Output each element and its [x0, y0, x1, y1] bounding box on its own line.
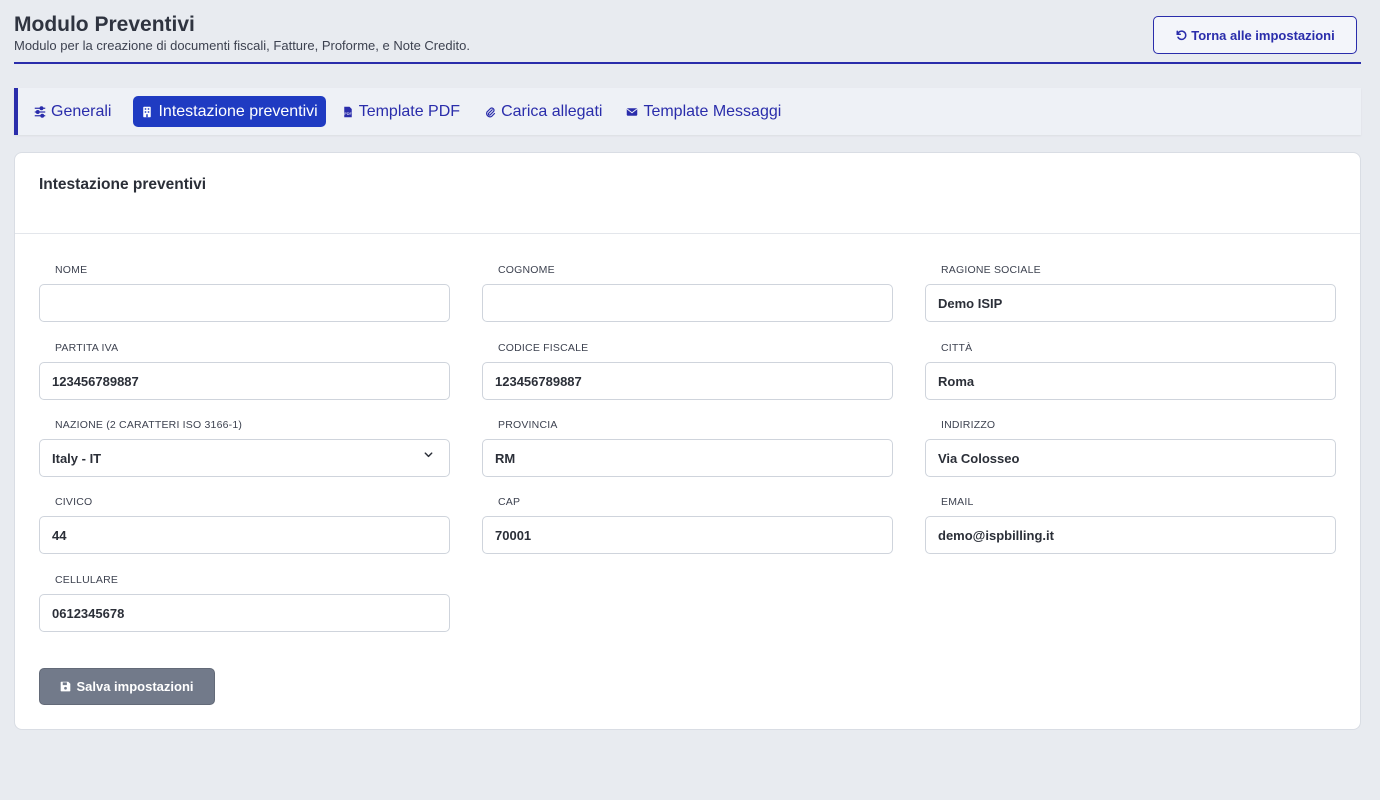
tab-label: Intestazione preventivi [158, 102, 318, 120]
nazione-field: Nazione (2 caratteri ISO 3166-1) Italy -… [39, 417, 450, 477]
provincia-label: Provincia [498, 419, 558, 431]
cap-field: CAP 70001 [482, 494, 893, 554]
nazione-select[interactable]: Italy - IT [39, 439, 450, 477]
codice-fiscale-input[interactable]: 123456789887 [482, 362, 893, 400]
tab-label: Generali [51, 102, 112, 120]
cognome-label: Cognome [498, 264, 555, 276]
sliders-icon [34, 105, 46, 118]
save-settings-label: Salva impostazioni [76, 679, 194, 694]
tab-label: Carica allegati [501, 102, 603, 120]
cellulare-field: Cellulare 0612345678 [39, 572, 450, 632]
chevron-down-icon [424, 452, 433, 458]
save-settings-button[interactable]: Salva impostazioni [39, 668, 215, 705]
tab-label: Template PDF [358, 102, 461, 120]
tab-template-messaggi[interactable]: Template Messaggi [624, 96, 789, 127]
ragione-sociale-label: Ragione sociale [941, 264, 1041, 276]
ragione-sociale-input[interactable]: Demo ISIP [925, 284, 1336, 322]
undo-icon [1176, 30, 1187, 41]
codice-fiscale-field: Codice fiscale 123456789887 [482, 340, 893, 400]
tab-carica-allegati[interactable]: Carica allegati [482, 96, 610, 127]
partita-iva-label: Partita IVA [55, 342, 119, 354]
cognome-field: Cognome [482, 262, 893, 322]
ragione-sociale-field: Ragione sociale Demo ISIP [925, 262, 1336, 322]
tab-label: Template Messaggi [643, 102, 782, 120]
page-header: Modulo Preventivi Modulo per la creazion… [14, 12, 1361, 64]
email-input[interactable]: demo@ispbilling.it [925, 516, 1336, 554]
envelope-icon [627, 107, 638, 116]
civico-input[interactable]: 44 [39, 516, 450, 554]
nome-input[interactable] [39, 284, 450, 322]
back-to-settings-label: Torna alle impostazioni [1191, 27, 1335, 43]
settings-card: Intestazione preventivi Nome Cognome Rag… [14, 152, 1361, 730]
nome-field: Nome [39, 262, 450, 322]
pdf-file-icon: PDF [343, 106, 352, 117]
provincia-field: Provincia RM [482, 417, 893, 477]
cap-input[interactable]: 70001 [482, 516, 893, 554]
partita-iva-field: Partita IVA 123456789887 [39, 340, 450, 400]
cellulare-label: Cellulare [55, 574, 119, 586]
card-header: Intestazione preventivi [15, 153, 1360, 234]
civico-label: Civico [55, 496, 93, 508]
settings-tabs: Generali Intestazione preventivi PDF Tem… [14, 88, 1361, 135]
back-to-settings-button[interactable]: Torna alle impostazioni [1153, 16, 1357, 54]
codice-fiscale-label: Codice fiscale [498, 342, 589, 354]
nome-label: Nome [55, 264, 88, 276]
indirizzo-field: Indirizzo Via Colosseo [925, 417, 1336, 477]
cognome-input[interactable] [482, 284, 893, 322]
tab-intestazione-preventivi[interactable]: Intestazione preventivi [133, 96, 326, 127]
citta-label: Città [941, 342, 973, 354]
citta-input[interactable]: Roma [925, 362, 1336, 400]
tab-generali[interactable]: Generali [32, 96, 119, 127]
paperclip-icon [486, 106, 496, 117]
partita-iva-input[interactable]: 123456789887 [39, 362, 450, 400]
email-field: Email demo@ispbilling.it [925, 494, 1336, 554]
tab-template-pdf[interactable]: PDF Template PDF [340, 96, 468, 127]
citta-field: Città Roma [925, 340, 1336, 400]
floppy-disk-icon [61, 681, 71, 692]
provincia-input[interactable]: RM [482, 439, 893, 477]
email-label: Email [941, 496, 974, 508]
svg-text:PDF: PDF [344, 112, 351, 116]
nazione-label: Nazione (2 caratteri ISO 3166-1) [55, 419, 243, 431]
building-icon [143, 106, 152, 117]
cellulare-input[interactable]: 0612345678 [39, 594, 450, 632]
indirizzo-input[interactable]: Via Colosseo [925, 439, 1336, 477]
civico-field: Civico 44 [39, 494, 450, 554]
indirizzo-label: Indirizzo [941, 419, 996, 431]
cap-label: CAP [498, 496, 521, 508]
card-title: Intestazione preventivi [39, 176, 207, 193]
